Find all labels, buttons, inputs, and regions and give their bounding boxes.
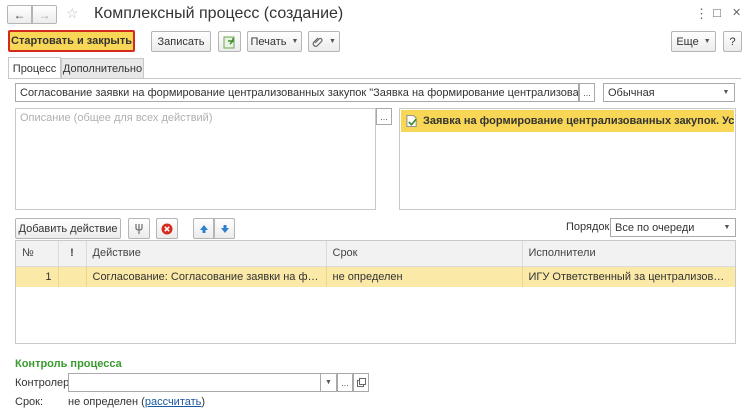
chevron-down-icon: ▼: [703, 38, 711, 45]
chevron-down-icon: ▼: [329, 38, 336, 45]
move-up-button[interactable]: [193, 218, 214, 239]
order-dropdown-button[interactable]: ▼: [719, 218, 736, 237]
attachment-item[interactable]: Заявка на формирование централизованных …: [401, 110, 734, 132]
recalculate-link[interactable]: рассчитать: [145, 396, 202, 408]
priority-text: Обычная: [608, 86, 655, 99]
term-label: Срок:: [15, 396, 44, 408]
table-row[interactable]: 1 Согласование: Согласование заявки на ф…: [16, 266, 735, 287]
tab-additional[interactable]: Дополнительно: [61, 58, 144, 79]
window-title: Комплексный процесс (создание): [94, 5, 344, 22]
controller-select-button[interactable]: ...: [337, 373, 353, 392]
refresh-button[interactable]: [218, 31, 241, 52]
arrow-down-icon: [220, 224, 229, 233]
arrow-up-icon: [199, 224, 208, 233]
wrench-icon: [135, 223, 143, 234]
control-section-title: Контроль процесса: [15, 358, 122, 370]
row-number: 1: [16, 266, 59, 287]
priority-dropdown-button[interactable]: ▼: [718, 83, 735, 102]
description-placeholder: Описание (общее для всех действий): [20, 112, 213, 124]
row-importance: [58, 266, 87, 287]
close-icon[interactable]: ✕: [732, 6, 741, 19]
maximize-icon[interactable]: □: [713, 5, 721, 20]
column-header-term[interactable]: Срок: [326, 241, 523, 267]
controller-open-button[interactable]: [353, 373, 369, 392]
print-button[interactable]: Печать ▼: [247, 31, 302, 52]
start-and-close-label: Стартовать и закрыть: [11, 35, 132, 47]
description-expand-button[interactable]: ...: [376, 108, 392, 125]
ellipsis-icon: ...: [380, 111, 388, 122]
open-icon: [356, 378, 366, 387]
row-performers: ИГУ Ответственный за централизованную з.…: [522, 266, 735, 287]
attachments-panel: Заявка на формирование централизованных …: [399, 108, 736, 210]
document-icon: [406, 115, 417, 127]
chevron-down-icon: ▼: [325, 379, 332, 386]
chevron-down-icon: ▼: [291, 38, 299, 45]
chevron-down-icon: ▼: [722, 89, 730, 96]
column-header-number[interactable]: №: [16, 241, 59, 267]
order-label: Порядок:: [566, 221, 613, 233]
recalc-close-paren: ): [201, 396, 206, 408]
tab-divider: [8, 78, 741, 79]
forward-button[interactable]: →: [32, 5, 57, 24]
arrow-left-icon: ←: [13, 7, 26, 22]
tab-process[interactable]: Процесс: [8, 57, 61, 79]
ellipsis-icon: ...: [583, 87, 591, 98]
priority-select[interactable]: Обычная: [603, 83, 735, 102]
subject-select-button[interactable]: ...: [579, 83, 595, 102]
arrow-right-icon: →: [38, 7, 51, 22]
refresh-icon: [223, 36, 234, 48]
settings-button[interactable]: [128, 218, 150, 239]
description-field[interactable]: Описание (общее для всех действий): [15, 108, 376, 210]
column-header-action[interactable]: Действие: [86, 241, 327, 267]
save-label: Записать: [157, 35, 205, 48]
save-button[interactable]: Записать: [151, 31, 211, 52]
help-label: ?: [729, 35, 736, 48]
controller-label: Контролер:: [15, 377, 73, 389]
column-header-performers[interactable]: Исполнители: [522, 241, 735, 267]
delete-icon: [161, 223, 173, 234]
subject-text: Согласование заявки на формирование цент…: [20, 86, 579, 99]
ellipsis-icon: ...: [341, 377, 349, 388]
star-icon[interactable]: ☆: [66, 5, 79, 22]
row-term: не определен: [326, 266, 523, 287]
subject-field[interactable]: Согласование заявки на формирование цент…: [15, 83, 579, 102]
column-header-importance[interactable]: !: [58, 241, 87, 267]
back-button[interactable]: ←: [7, 5, 32, 24]
help-button[interactable]: ?: [723, 31, 742, 52]
more-button[interactable]: Еще ▼: [671, 31, 716, 52]
delete-button[interactable]: [156, 218, 178, 239]
title-bar: ← → ☆ Комплексный процесс (создание) ⋮ □…: [0, 0, 748, 28]
chevron-down-icon: ▼: [723, 224, 731, 231]
add-action-button[interactable]: Добавить действие: [15, 218, 121, 239]
controller-dropdown-button[interactable]: ▼: [321, 373, 337, 392]
move-down-button[interactable]: [214, 218, 235, 239]
term-row: не определен (рассчитать): [68, 396, 205, 408]
more-label: Еще: [676, 35, 699, 48]
start-and-close-button[interactable]: Стартовать и закрыть: [8, 30, 135, 52]
tab-process-label: Процесс: [12, 62, 57, 75]
order-select[interactable]: Все по очереди: [610, 218, 736, 237]
print-label: Печать: [250, 35, 287, 48]
add-action-label: Добавить действие: [18, 222, 118, 235]
actions-table: № ! Действие Срок Исполнители 1 Согласов…: [15, 240, 736, 344]
attachment-name: Заявка на формирование централизованных …: [423, 115, 734, 127]
paperclip-icon: [312, 37, 323, 47]
order-value: Все по очереди: [615, 221, 695, 234]
term-value: не определен: [68, 396, 139, 408]
tab-additional-label: Дополнительно: [62, 63, 143, 75]
attach-button[interactable]: ▼: [308, 31, 340, 52]
menu-dots-icon[interactable]: ⋮: [695, 6, 708, 22]
row-action: Согласование: Согласование заявки на фор…: [86, 266, 327, 287]
controller-field[interactable]: [68, 373, 321, 392]
